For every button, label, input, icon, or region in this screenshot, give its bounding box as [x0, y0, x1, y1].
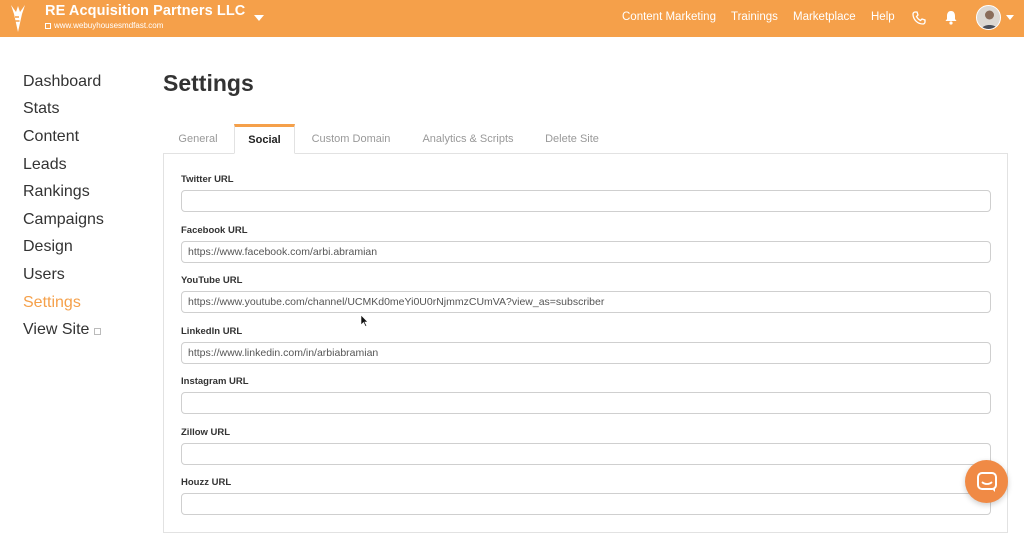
nav-marketplace[interactable]: Marketplace [793, 11, 856, 23]
site-url[interactable]: www.webuyhousesmdfast.com [54, 21, 163, 30]
chat-bubble-icon [976, 471, 997, 492]
twitter-url-input[interactable] [181, 190, 991, 212]
sidebar-item-settings[interactable]: Settings [23, 289, 104, 317]
sidebar-item-leads[interactable]: Leads [23, 151, 104, 179]
facebook-url-label: Facebook URL [181, 225, 248, 236]
zillow-url-label: Zillow URL [181, 427, 231, 438]
top-bar: RE Acquisition Partners LLC www.webuyhou… [0, 0, 1024, 37]
site-name[interactable]: RE Acquisition Partners LLC [45, 3, 245, 19]
chevron-down-icon[interactable] [1006, 15, 1014, 20]
tab-analytics-scripts[interactable]: Analytics & Scripts [411, 124, 525, 154]
sidebar-item-view-site[interactable]: View Site [23, 316, 104, 344]
sidebar-item-label: View Site [23, 321, 90, 339]
carrot-logo-icon[interactable] [7, 3, 29, 33]
sidebar-item-dashboard[interactable]: Dashboard [23, 68, 104, 96]
facebook-url-input[interactable] [181, 241, 991, 263]
mouse-cursor-icon [360, 315, 368, 327]
sidebar-item-users[interactable]: Users [23, 261, 104, 289]
tab-delete-site[interactable]: Delete Site [535, 124, 609, 154]
tab-general[interactable]: General [163, 124, 233, 154]
youtube-url-label: YouTube URL [181, 275, 243, 286]
external-link-icon [94, 327, 102, 335]
nav-help[interactable]: Help [871, 11, 895, 23]
avatar[interactable] [976, 5, 1001, 30]
houzz-url-label: Houzz URL [181, 477, 232, 488]
youtube-url-input[interactable] [181, 291, 991, 313]
linkedin-url-input[interactable] [181, 342, 991, 364]
sidebar-item-stats[interactable]: Stats [23, 96, 104, 124]
sidebar-item-design[interactable]: Design [23, 234, 104, 262]
zillow-url-input[interactable] [181, 443, 991, 465]
sidebar-item-campaigns[interactable]: Campaigns [23, 206, 104, 234]
sidebar: Dashboard Stats Content Leads Rankings C… [23, 68, 104, 344]
social-settings-panel: Twitter URL Facebook URL YouTube URL Lin… [163, 153, 1008, 533]
tab-custom-domain[interactable]: Custom Domain [300, 124, 402, 154]
phone-icon[interactable] [912, 11, 926, 25]
instagram-url-label: Instagram URL [181, 376, 249, 387]
external-link-icon [45, 22, 51, 29]
settings-tabs: General Social Custom Domain Analytics &… [163, 124, 1008, 154]
nav-trainings[interactable]: Trainings [731, 11, 778, 23]
houzz-url-input[interactable] [181, 493, 991, 515]
site-switcher[interactable]: RE Acquisition Partners LLC www.webuyhou… [45, 3, 245, 30]
twitter-url-label: Twitter URL [181, 174, 234, 185]
tab-social[interactable]: Social [234, 124, 295, 154]
page-title: Settings [163, 70, 254, 96]
sidebar-item-content[interactable]: Content [23, 123, 104, 151]
user-photo-icon [977, 6, 1000, 29]
chevron-down-icon[interactable] [254, 15, 264, 21]
instagram-url-input[interactable] [181, 392, 991, 414]
nav-content-marketing[interactable]: Content Marketing [622, 11, 716, 23]
bell-icon[interactable] [944, 10, 958, 25]
sidebar-item-rankings[interactable]: Rankings [23, 178, 104, 206]
chat-launcher-button[interactable] [965, 460, 1008, 503]
linkedin-url-label: LinkedIn URL [181, 326, 243, 337]
